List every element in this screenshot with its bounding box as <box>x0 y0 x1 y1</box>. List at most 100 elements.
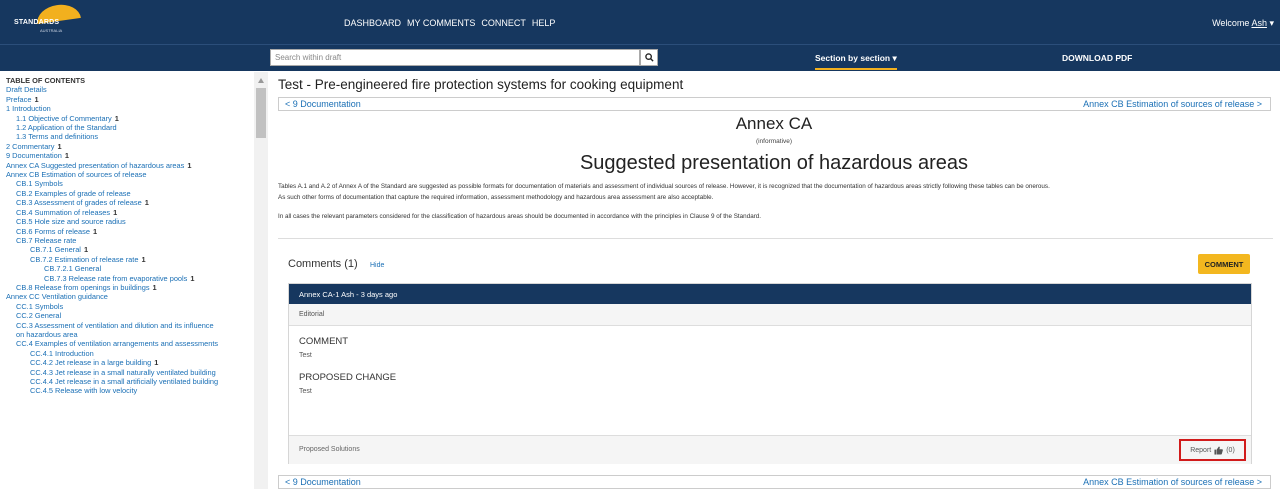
next-section-link-bottom[interactable]: Annex CB Estimation of sources of releas… <box>1083 477 1262 487</box>
section-nav-top: < 9 Documentation Annex CB Estimation of… <box>278 97 1271 111</box>
welcome-menu[interactable]: Welcome Ash ▾ <box>1212 18 1274 29</box>
toc-comment-count: 1 <box>144 198 149 208</box>
report-like-box: Report (0) <box>1179 439 1246 461</box>
annex-heading: Suggested presentation of hazardous area… <box>579 152 969 174</box>
toc-item-label: CB.1 Symbols <box>16 179 63 189</box>
welcome-prefix: Welcome <box>1212 18 1250 28</box>
toc-item-label: CC.4.2 Jet release in a large building <box>30 358 152 368</box>
toc-item-label: CB.7.3 Release rate from evaporative poo… <box>44 273 188 283</box>
toc-item[interactable]: CB.7.2 Estimation of release rate 1 <box>6 255 254 264</box>
toc-item[interactable]: 1.1 Objective of Commentary 1 <box>6 114 254 123</box>
toc-item-label: CB.7.2.1 General <box>44 264 102 274</box>
thumbs-up-icon[interactable] <box>1214 446 1224 455</box>
toc-comment-count: 1 <box>154 358 159 368</box>
nav-dashboard[interactable]: DASHBOARD <box>344 18 401 28</box>
toc-item-label: CB.8 Release from openings in buildings <box>16 282 150 292</box>
search-icon <box>644 53 654 62</box>
nav-connect[interactable]: CONNECT <box>481 18 526 28</box>
next-section-link[interactable]: Annex CB Estimation of sources of releas… <box>1083 99 1262 109</box>
toc-item[interactable]: CB.4 Summation of releases 1 <box>6 208 254 217</box>
toc-item[interactable]: CB.3 Assessment of grades of release 1 <box>6 198 254 207</box>
hide-comments-link[interactable]: Hide <box>370 262 384 269</box>
toc-item-label: CB.6 Forms of release <box>16 226 90 236</box>
toc-item-label: Annex CB Estimation of sources of releas… <box>6 170 147 180</box>
user-name-link[interactable]: Ash <box>1251 18 1267 28</box>
toc-item[interactable]: Annex CA Suggested presentation of hazar… <box>6 161 254 170</box>
toc-item[interactable]: 9 Documentation 1 <box>6 151 254 160</box>
toc-item-label: on hazardous area <box>16 329 78 339</box>
nav-help[interactable]: HELP <box>532 18 556 28</box>
toc-item[interactable]: CB.5 Hole size and source radius <box>6 217 254 226</box>
comment-header: Annex CA-1 Ash - 3 days ago <box>289 284 1251 304</box>
toc-item[interactable]: CB.7.2.1 General <box>6 264 254 273</box>
toc-item[interactable]: CB.8 Release from openings in buildings 1 <box>6 283 254 292</box>
toc-item[interactable]: CB.7.1 General 1 <box>6 245 254 254</box>
prev-section-link-bottom[interactable]: < 9 Documentation <box>285 477 361 487</box>
annex-subtitle: (informative) <box>755 138 793 145</box>
toc-item[interactable]: CC.1 Symbols <box>6 302 254 311</box>
comment-card: Annex CA-1 Ash - 3 days ago Editorial CO… <box>288 283 1252 464</box>
toc-item[interactable]: Draft Details <box>6 85 254 94</box>
toc-scrollbar-thumb[interactable] <box>256 88 266 138</box>
user-caret-icon[interactable]: ▾ <box>1269 18 1274 28</box>
standards-logo[interactable]: STANDARDS AUSTRALIA <box>12 2 82 39</box>
toc-item[interactable]: CC.3 Assessment of ventilation and dilut… <box>6 321 254 330</box>
search-button[interactable] <box>640 49 658 66</box>
toc-item[interactable]: CC.4.4 Jet release in a small artificial… <box>6 377 254 386</box>
toc-item[interactable]: Annex CB Estimation of sources of releas… <box>6 170 254 179</box>
toc-item[interactable]: Preface 1 <box>6 95 254 104</box>
proposed-solutions-label[interactable]: Proposed Solutions <box>299 446 360 453</box>
toc-item[interactable]: CC.4 Examples of ventilation arrangement… <box>6 339 254 348</box>
report-link[interactable]: Report <box>1190 447 1211 454</box>
toc-item[interactable]: CC.4.1 Introduction <box>6 349 254 358</box>
comments-section: Comments (1) Hide COMMENT Annex CA-1 Ash… <box>280 246 1260 466</box>
toc-comment-count: 1 <box>64 151 69 161</box>
search-input[interactable]: Search within draft <box>270 49 640 66</box>
proposed-change-value: Test <box>299 388 312 395</box>
toc-title: TABLE OF CONTENTS <box>6 76 86 85</box>
section-nav-bottom: < 9 Documentation Annex CB Estimation of… <box>278 475 1271 489</box>
toc-comment-count: 1 <box>114 113 119 123</box>
toc-item-label: CC.4.3 Jet release in a small naturally … <box>30 367 216 377</box>
toc-item-label: 1.3 Terms and definitions <box>16 132 99 142</box>
toc-item-label: CB.7 Release rate <box>16 235 77 245</box>
comment-footer: Proposed Solutions Report (0) <box>289 435 1251 464</box>
toc-item[interactable]: Annex CC Ventilation guidance <box>6 292 254 301</box>
scroll-up-arrow-icon[interactable] <box>258 78 264 83</box>
toc-item-label: CB.7.1 General <box>30 245 81 255</box>
logo-subtext: AUSTRALIA <box>40 28 63 33</box>
nav-my-comments[interactable]: MY COMMENTS <box>407 18 475 28</box>
toc-sidebar: TABLE OF CONTENTS Draft Details Preface 1 1… <box>0 72 268 489</box>
download-pdf-button[interactable]: DOWNLOAD PDF <box>1062 53 1132 63</box>
toc-item[interactable]: 1.2 Application of the Standard <box>6 123 254 132</box>
toc-item[interactable]: CB.1 Symbols <box>6 179 254 188</box>
toc-item[interactable]: CC.2 General <box>6 311 254 320</box>
toc-item[interactable]: on hazardous area <box>6 330 254 339</box>
toc-item[interactable]: CC.4.5 Release with low velocity <box>6 386 254 395</box>
toc-comment-count: 1 <box>190 273 195 283</box>
toc-item-label: Draft Details <box>6 85 47 95</box>
section-mode-dropdown[interactable]: Section by section ▾ <box>815 53 897 70</box>
toc-item-label: 1.2 Application of the Standard <box>16 123 117 133</box>
proposed-change-label: PROPOSED CHANGE <box>299 372 397 383</box>
toc-item[interactable]: CB.6 Forms of release 1 <box>6 227 254 236</box>
comments-title: Comments (1) <box>288 258 358 270</box>
divider <box>278 238 1273 239</box>
prev-section-link[interactable]: < 9 Documentation <box>285 99 361 109</box>
main-content: Test - Pre-engineered fire protection sy… <box>268 72 1280 489</box>
toc-item[interactable]: 1.3 Terms and definitions <box>6 132 254 141</box>
toc-item-label: CC.4 Examples of ventilation arrangement… <box>16 339 219 349</box>
toc-item[interactable]: CC.4.3 Jet release in a small naturally … <box>6 368 254 377</box>
toc-item[interactable]: CB.2 Examples of grade of release <box>6 189 254 198</box>
toc-item-label: CB.2 Examples of grade of release <box>16 188 131 198</box>
add-comment-button[interactable]: COMMENT <box>1198 254 1250 274</box>
toc-item[interactable]: CB.7 Release rate <box>6 236 254 245</box>
toc-item[interactable]: 2 Commentary 1 <box>6 142 254 151</box>
comment-label: COMMENT <box>299 336 349 347</box>
table-of-contents: TABLE OF CONTENTS Draft Details Preface 1 1… <box>6 76 254 396</box>
toc-item-label: 1.1 Objective of Commentary <box>16 113 112 123</box>
toc-comment-count: 1 <box>152 282 157 292</box>
toc-item[interactable]: CB.7.3 Release rate from evaporative poo… <box>6 274 254 283</box>
toc-item[interactable]: 1 Introduction <box>6 104 254 113</box>
toc-item[interactable]: CC.4.2 Jet release in a large building 1 <box>6 358 254 367</box>
